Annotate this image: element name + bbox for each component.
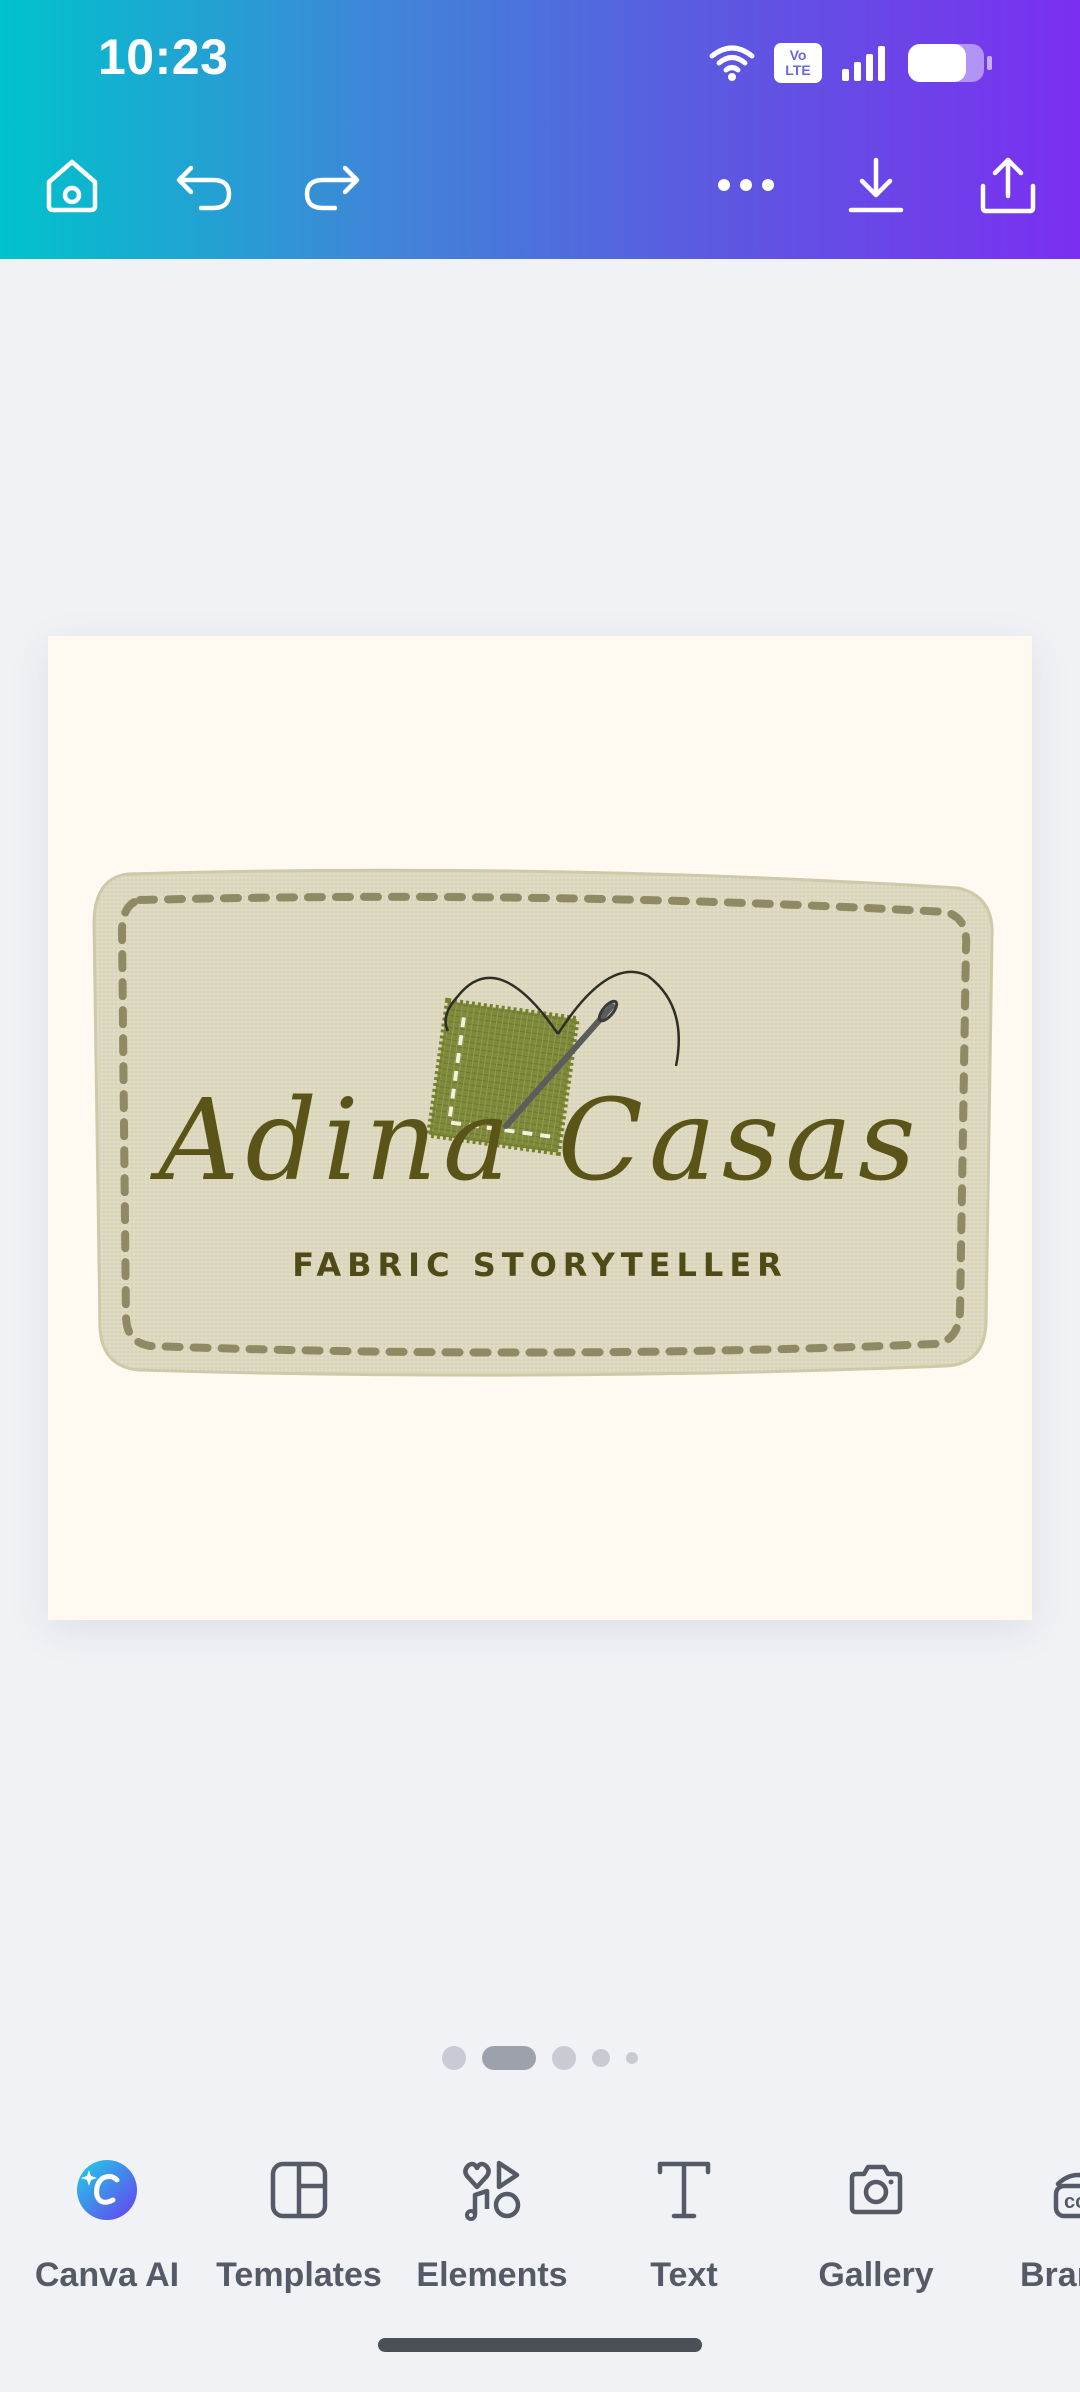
tool-elements[interactable]: Elements bbox=[402, 2150, 582, 2295]
battery-nub bbox=[987, 56, 992, 70]
status-time: 10:23 bbox=[98, 29, 229, 85]
tool-canva-ai[interactable]: Canva AI bbox=[17, 2150, 197, 2295]
home-indicator[interactable] bbox=[378, 2338, 702, 2352]
redo-button[interactable] bbox=[292, 145, 372, 225]
brand-icon: co bbox=[1041, 2150, 1080, 2230]
page-indicator[interactable] bbox=[0, 2040, 1080, 2076]
design-page[interactable]: Adina Casas FABRIC STORYTELLER bbox=[48, 636, 1032, 1620]
tool-gallery[interactable]: Gallery bbox=[786, 2150, 966, 2295]
page-dot-4[interactable] bbox=[592, 2049, 610, 2067]
undo-button[interactable] bbox=[164, 145, 244, 225]
elements-icon bbox=[452, 2150, 532, 2230]
text-icon bbox=[644, 2150, 724, 2230]
redo-icon bbox=[304, 165, 360, 211]
home-icon bbox=[46, 159, 98, 213]
tool-label: Templates bbox=[216, 2256, 382, 2294]
page-dot-3[interactable] bbox=[552, 2046, 576, 2070]
more-button[interactable] bbox=[706, 145, 786, 225]
tool-templates[interactable]: Templates bbox=[209, 2150, 389, 2295]
tool-text[interactable]: Text bbox=[594, 2150, 774, 2295]
page-dot-5[interactable] bbox=[626, 2052, 638, 2064]
top-bar: 10:23 Vo LTE bbox=[0, 0, 1080, 259]
design-title[interactable]: Adina Casas bbox=[48, 1076, 1032, 1206]
page-dot-2-active[interactable] bbox=[482, 2046, 536, 2070]
volte-line1: Vo bbox=[789, 47, 807, 63]
status-icons: Vo LTE bbox=[708, 38, 992, 88]
share-icon bbox=[980, 157, 1036, 214]
battery-icon bbox=[908, 44, 992, 82]
svg-text:co: co bbox=[1064, 2191, 1080, 2213]
volte-line2: LTE bbox=[785, 62, 811, 78]
tool-label: Canva AI bbox=[34, 2256, 180, 2294]
page-dot-1[interactable] bbox=[442, 2046, 466, 2070]
tool-brand[interactable]: co Bran bbox=[978, 2150, 1080, 2295]
camera-icon bbox=[836, 2150, 916, 2230]
tool-label: Text bbox=[650, 2256, 718, 2294]
tool-label: Bran bbox=[1020, 2256, 1080, 2294]
wifi-icon bbox=[709, 45, 755, 81]
tool-label: Gallery bbox=[818, 2256, 934, 2294]
home-button[interactable] bbox=[32, 145, 112, 225]
battery-fill bbox=[908, 44, 966, 82]
volte-icon: Vo LTE bbox=[774, 43, 822, 83]
undo-icon bbox=[176, 165, 232, 211]
templates-icon bbox=[259, 2150, 339, 2230]
canva-ai-icon bbox=[67, 2150, 147, 2230]
signal-icon bbox=[842, 46, 885, 81]
share-button[interactable] bbox=[968, 145, 1048, 225]
tool-label: Elements bbox=[416, 2256, 568, 2294]
more-icon bbox=[718, 179, 774, 191]
download-button[interactable] bbox=[836, 145, 916, 225]
design-tagline[interactable]: FABRIC STORYTELLER bbox=[48, 1246, 1032, 1284]
download-icon bbox=[848, 157, 904, 213]
